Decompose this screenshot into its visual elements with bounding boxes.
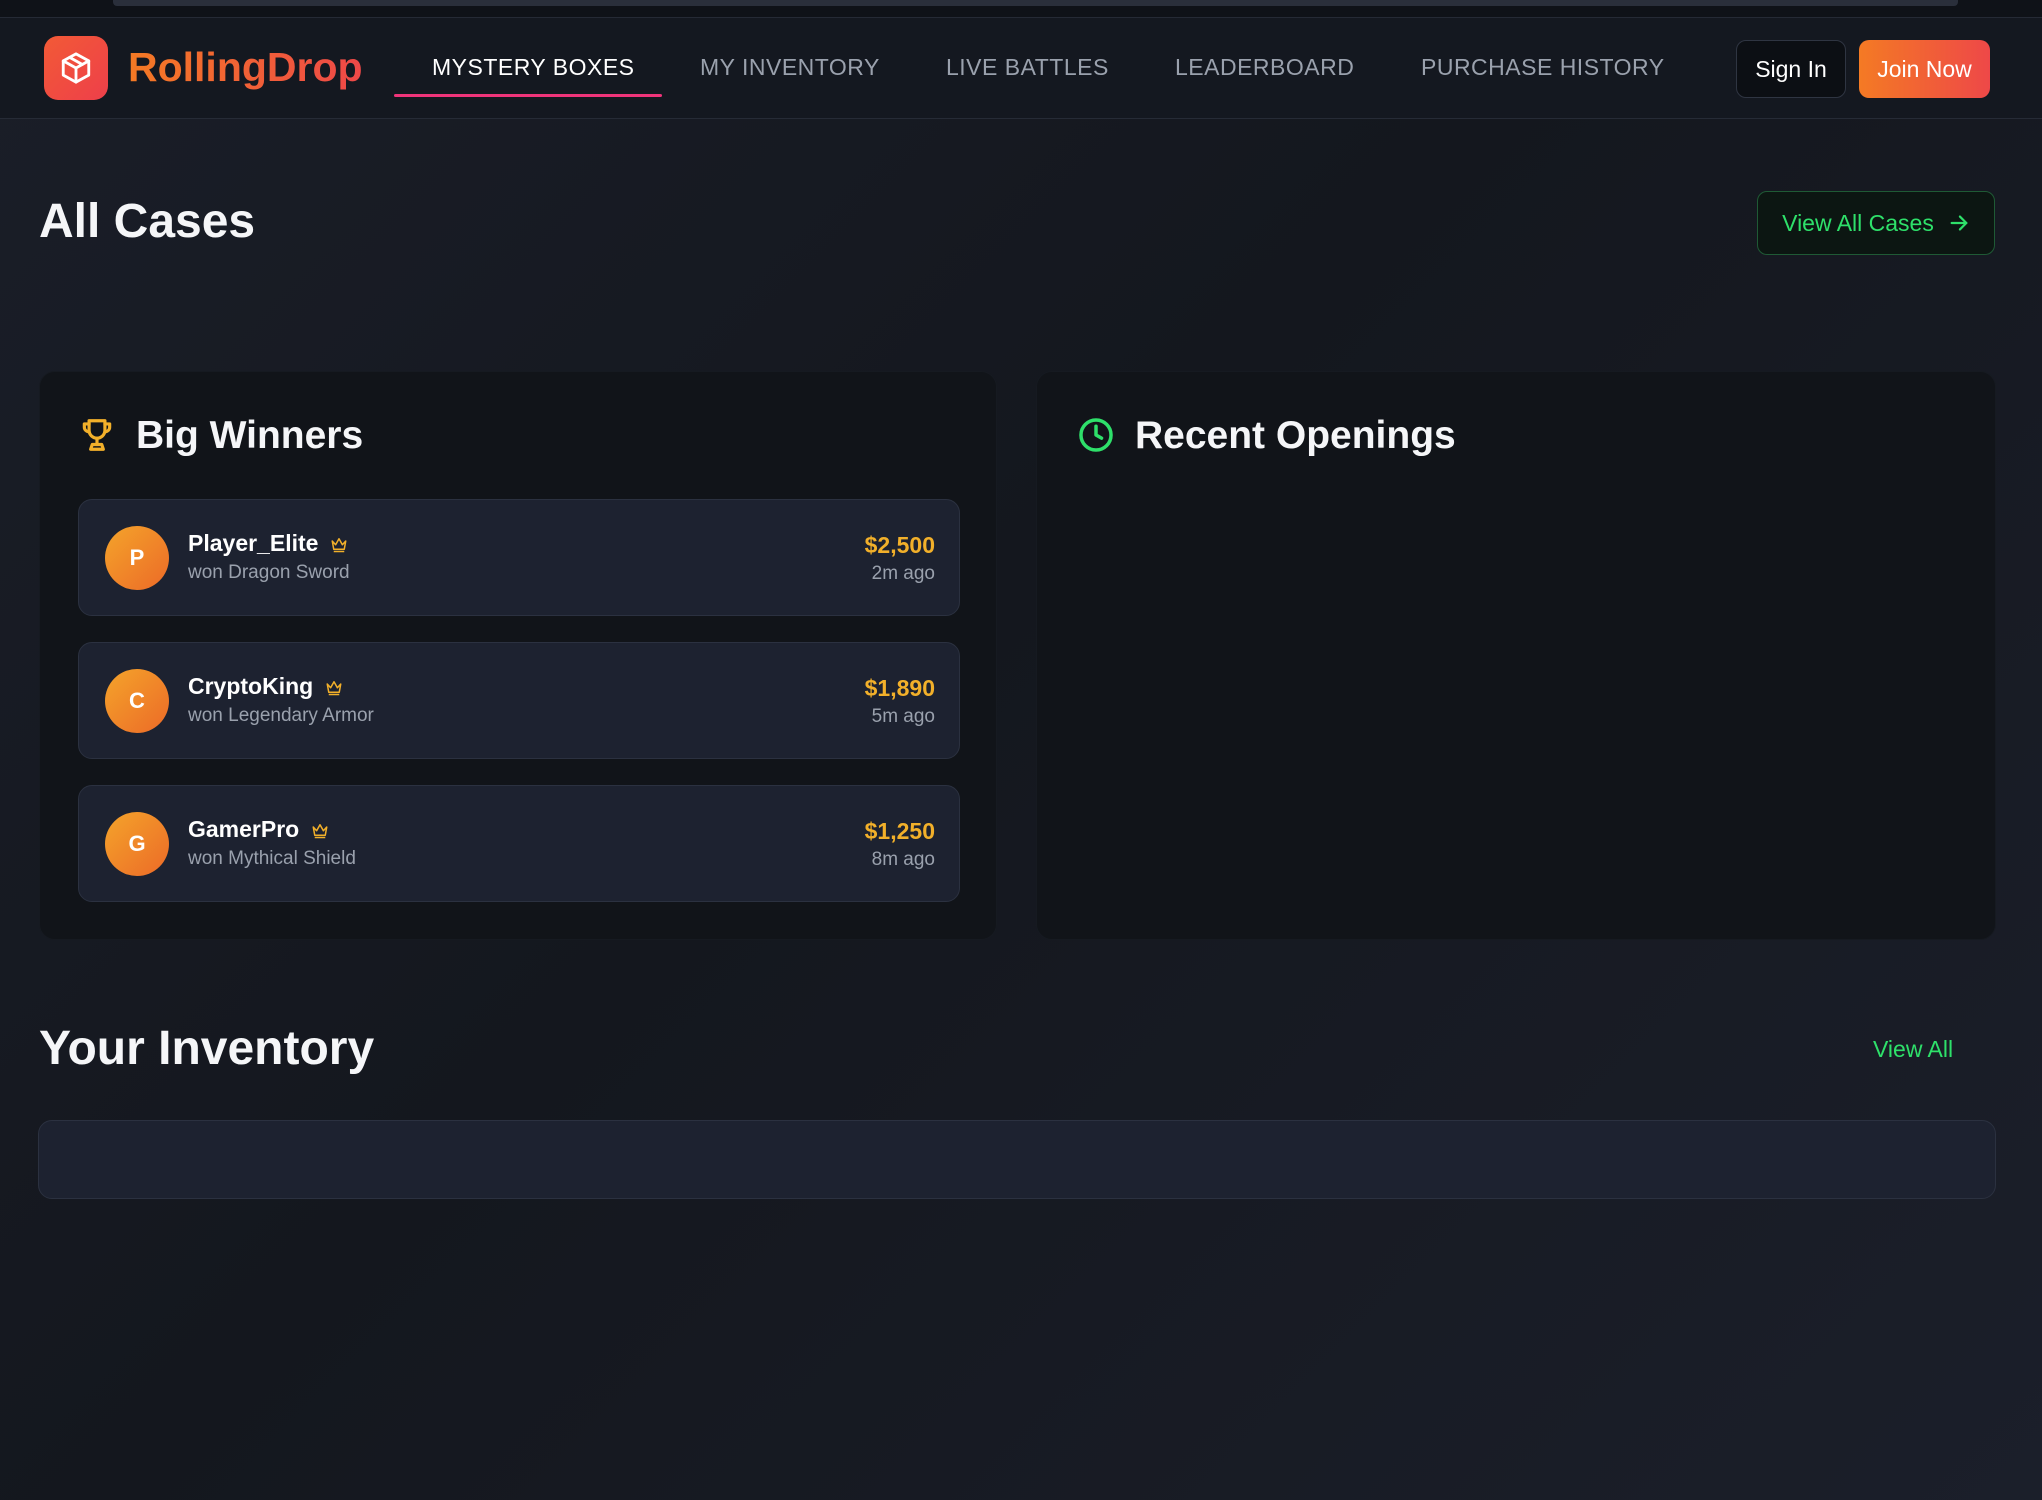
all-cases-title: All Cases [39,195,256,248]
winner-name: Player_Elite [188,530,348,557]
avatar: P [105,526,169,590]
nav-live-battles[interactable]: LIVE BATTLES [946,54,1109,81]
view-all-cases-button[interactable]: View All Cases [1757,191,1995,255]
nav-purchase-history[interactable]: PURCHASE HISTORY [1421,54,1665,81]
brand-name[interactable]: RollingDrop [128,44,363,91]
your-inventory-title: Your Inventory [39,1022,375,1075]
winner-amount: $1,250 [864,818,935,844]
nav-active-underline [394,94,662,97]
nav-leaderboard[interactable]: LEADERBOARD [1175,54,1354,81]
inventory-view-all-link[interactable]: View All [1873,1036,1953,1063]
winner-amount: $2,500 [864,532,935,558]
crown-icon [326,680,342,695]
inventory-container [38,1120,1996,1199]
crown-icon [312,823,328,838]
winner-row[interactable]: P Player_Elite won Dragon Sword $2,500 2… [78,499,960,616]
big-winners-title: Big Winners [136,414,364,457]
view-all-cases-label: View All Cases [1782,209,1934,236]
winner-time: 8m ago [871,849,935,870]
sign-in-button[interactable]: Sign In [1736,40,1846,98]
scroll-track [113,0,1958,6]
recent-openings-title: Recent Openings [1135,414,1456,457]
nav-mystery-boxes[interactable]: MYSTERY BOXES [432,54,635,81]
winner-amount: $1,890 [864,675,935,701]
join-now-button[interactable]: Join Now [1859,40,1990,98]
avatar: C [105,669,169,733]
winner-name: CryptoKing [188,673,343,700]
arrow-right-icon [1950,215,1968,231]
nav-my-inventory[interactable]: MY INVENTORY [700,54,880,81]
winner-row[interactable]: G GamerPro won Mythical Shield $1,250 8m… [78,785,960,902]
recent-openings-panel: Recent Openings [1036,371,1996,940]
winner-name-text: Player_Elite [188,530,319,556]
big-winners-panel: Big Winners P Player_Elite won Dragon Sw… [39,371,997,940]
winner-prize: won Dragon Sword [188,562,350,583]
winner-name-text: GamerPro [188,816,300,842]
winner-name-text: CryptoKing [188,673,314,699]
winner-prize: won Legendary Armor [188,705,374,726]
trophy-icon [82,419,112,451]
site-header: RollingDrop MYSTERY BOXES MY INVENTORY L… [0,18,2042,119]
clock-icon [1079,418,1113,452]
winner-row[interactable]: C CryptoKing won Legendary Armor $1,890 … [78,642,960,759]
winner-time: 5m ago [871,706,935,727]
winner-time: 2m ago [871,563,935,584]
logo-cube-icon[interactable] [44,36,108,100]
winner-prize: won Mythical Shield [188,848,356,869]
browser-top-strip [0,0,2042,18]
avatar: G [105,812,169,876]
crown-icon [331,537,347,552]
winner-name: GamerPro [188,816,329,843]
